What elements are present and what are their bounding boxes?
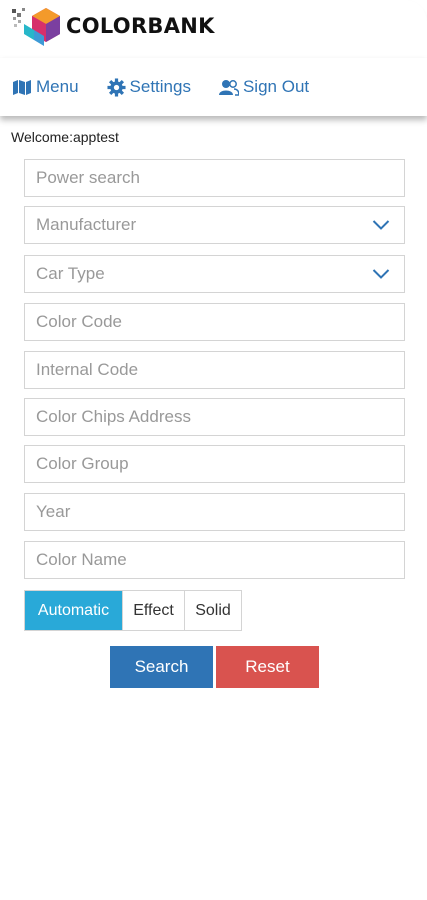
colorbank-logo	[12, 8, 60, 46]
power-search-placeholder: Power search	[36, 168, 140, 187]
signout-link[interactable]: Sign Out	[218, 77, 310, 97]
solid-toggle[interactable]: Solid	[184, 591, 241, 630]
brand-name: COLORBANK	[66, 14, 215, 38]
settings-link[interactable]: Settings	[107, 77, 191, 97]
car-type-select[interactable]: Car Type	[24, 255, 405, 293]
signout-label: Sign Out	[242, 77, 310, 96]
effect-toggle[interactable]: Effect	[122, 591, 184, 630]
color-code-placeholder: Color Code	[36, 312, 122, 331]
chevron-down-icon	[372, 220, 390, 230]
year-placeholder: Year	[36, 502, 71, 521]
search-button[interactable]: Search	[110, 646, 213, 688]
internal-code-input[interactable]: Internal Code	[24, 351, 405, 389]
welcome-text: Welcome:apptest	[11, 129, 119, 145]
reset-button[interactable]: Reset	[216, 646, 319, 688]
automatic-toggle[interactable]: Automatic	[25, 591, 122, 630]
menu-link[interactable]: Menu	[12, 77, 79, 97]
manufacturer-placeholder: Manufacturer	[36, 215, 137, 234]
color-name-placeholder: Color Name	[36, 550, 127, 569]
gear-icon	[107, 77, 126, 97]
manufacturer-select[interactable]: Manufacturer	[24, 206, 405, 244]
settings-label: Settings	[129, 77, 191, 96]
year-input[interactable]: Year	[24, 493, 405, 531]
menu-label: Menu	[36, 77, 79, 96]
color-group-placeholder: Color Group	[36, 454, 129, 473]
map-icon	[13, 79, 31, 95]
color-code-input[interactable]: Color Code	[24, 303, 405, 341]
users-icon	[218, 79, 239, 96]
finish-toggle-group: Automatic Effect Solid	[24, 590, 242, 631]
navbar: Menu Settings Sign Out	[0, 58, 427, 116]
color-group-input[interactable]: Color Group	[24, 445, 405, 483]
color-name-input[interactable]: Color Name	[24, 541, 405, 579]
internal-code-placeholder: Internal Code	[36, 360, 139, 379]
chips-address-placeholder: Color Chips Address	[36, 407, 191, 426]
app-header: COLORBANK	[0, 0, 427, 58]
power-search-input[interactable]: Power search	[24, 159, 405, 197]
chevron-down-icon	[372, 269, 390, 279]
car-type-placeholder: Car Type	[36, 264, 105, 283]
chips-address-input[interactable]: Color Chips Address	[24, 398, 405, 436]
